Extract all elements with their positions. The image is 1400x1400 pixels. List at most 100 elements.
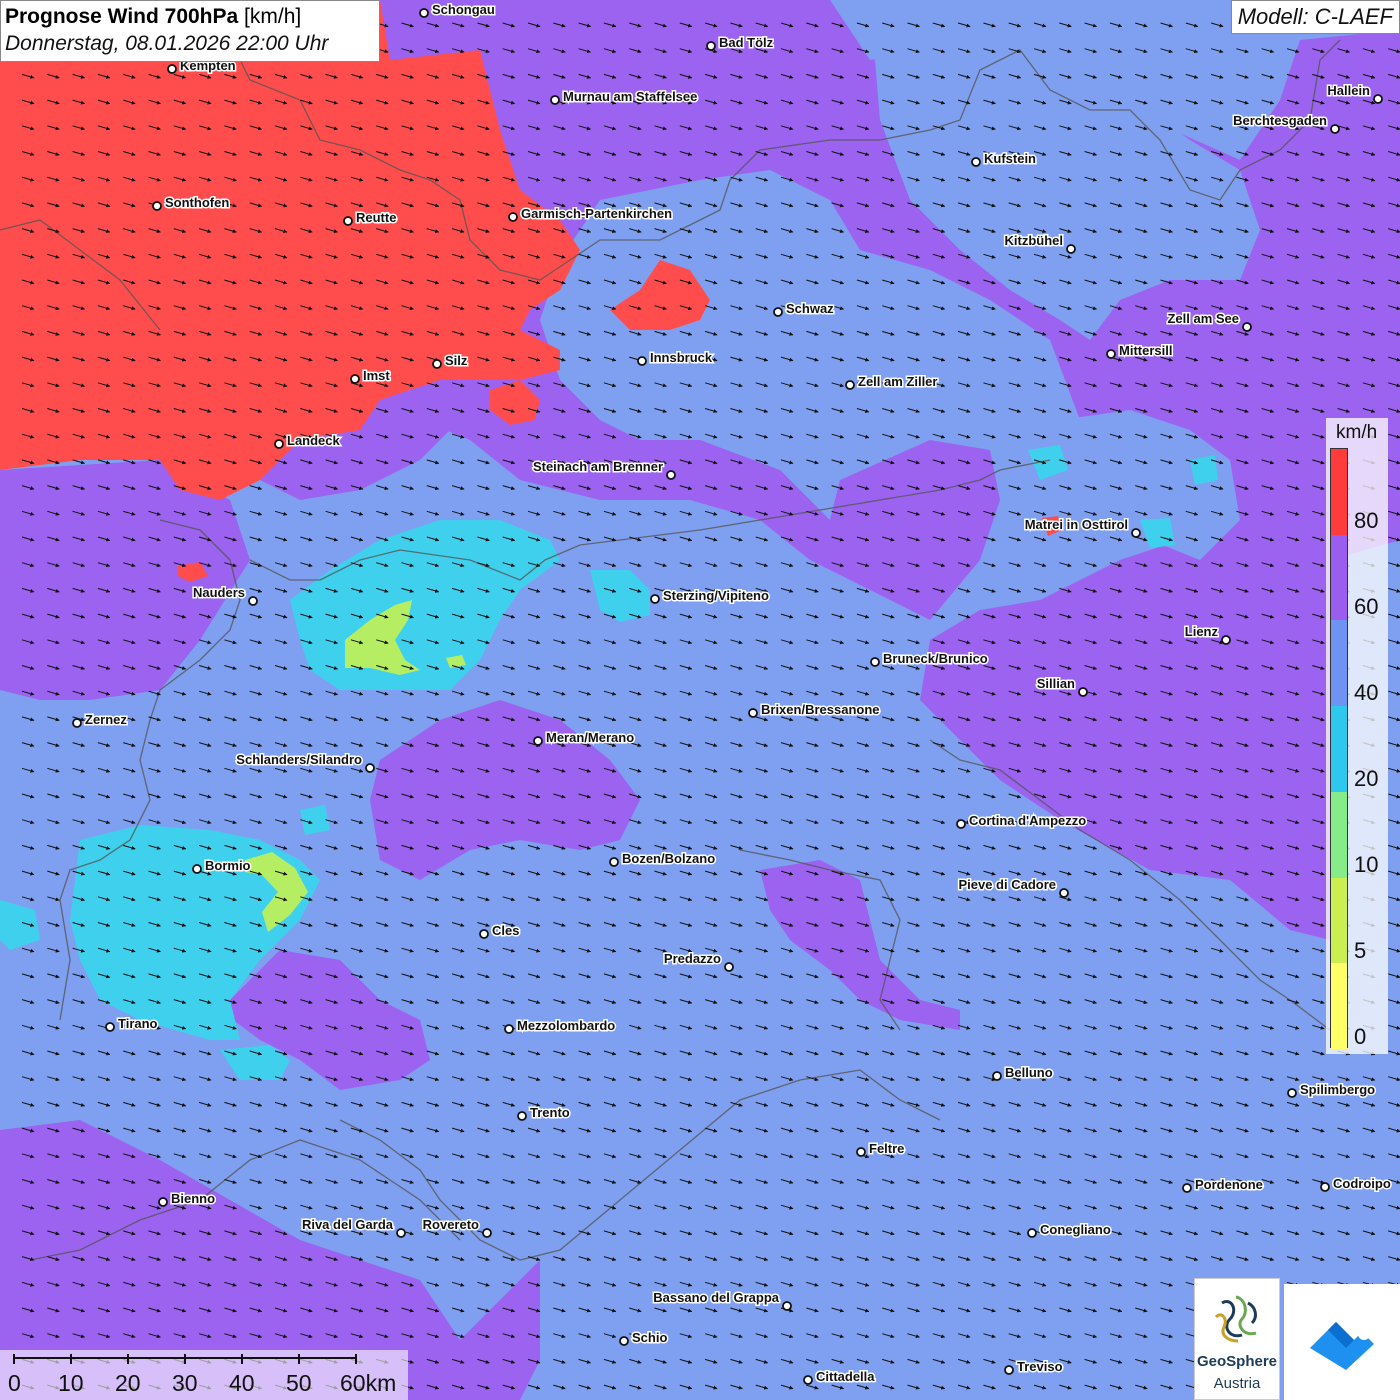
city-label: Feltre (869, 1141, 904, 1156)
city-label: Cittadella (816, 1369, 875, 1384)
city-label: Kitzbühel (1005, 233, 1064, 248)
city-label: Belluno (1005, 1065, 1053, 1080)
city-dot (706, 41, 716, 51)
legend-color-segment (1331, 449, 1347, 535)
city-dot (248, 596, 258, 606)
map-title: Prognose Wind 700hPa [km/h] (5, 3, 375, 31)
city-dot (350, 374, 360, 384)
legend-label-60: 60 (1354, 594, 1379, 619)
city-label: Pordenone (1195, 1177, 1263, 1192)
city-label: Zell am Ziller (858, 374, 937, 389)
city-dot (637, 356, 647, 366)
geosphere-logo[interactable]: GeoSphere Austria (1194, 1278, 1280, 1400)
city-label: Mittersill (1119, 343, 1172, 358)
city-dot (1330, 124, 1340, 134)
city-label: Silz (445, 353, 468, 368)
city-dot (365, 763, 375, 773)
map-title-unit: [km/h] (244, 5, 302, 28)
city-label: Conegliano (1040, 1222, 1111, 1237)
city-label: Berchtesgaden (1233, 113, 1327, 128)
city-label: Codroipo (1333, 1176, 1391, 1191)
scale-bar-line (13, 1354, 357, 1364)
city-label: Lienz (1185, 624, 1219, 639)
legend-color-segment (1331, 620, 1347, 707)
color-legend: km/h 80 60 40 20 10 5 0 (1326, 418, 1388, 1054)
model-label: Modell: C-LAEF (1230, 0, 1400, 34)
city-dot (782, 1301, 792, 1311)
city-dot (482, 1228, 492, 1238)
city-label: Nauders (193, 585, 245, 600)
city-dot (1059, 888, 1069, 898)
city-dot (1004, 1365, 1014, 1375)
city-dot (1320, 1182, 1330, 1192)
city-dot (609, 857, 619, 867)
city-dot (870, 657, 880, 667)
city-dot (1027, 1228, 1037, 1238)
city-label: Treviso (1017, 1359, 1063, 1374)
city-label: Meran/Merano (546, 730, 634, 745)
city-dot (971, 157, 981, 167)
city-dot (343, 216, 353, 226)
city-label: Murnau am Staffelsee (563, 89, 697, 104)
scale-bar: 0 10 20 30 40 50 60km (0, 1350, 408, 1400)
city-label: Riva del Garda (302, 1217, 394, 1232)
city-label: Bruneck/Brunico (883, 651, 988, 666)
city-dot (748, 708, 758, 718)
scale-label-40: 40 (229, 1370, 255, 1396)
city-label: Sillian (1037, 676, 1075, 691)
city-dot (650, 594, 660, 604)
scale-label-0: 0 (8, 1370, 21, 1396)
city-label: Mezzolombardo (517, 1018, 615, 1033)
city-label: Kufstein (984, 151, 1036, 166)
city-dot (724, 962, 734, 972)
city-dot (1242, 322, 1252, 332)
city-label: Schongau (432, 2, 495, 17)
wind-map: SchongauBad TölzKemptenMurnau am Staffel… (0, 0, 1400, 1400)
city-dot (1182, 1183, 1192, 1193)
app-logo[interactable] (1284, 1284, 1400, 1400)
city-dot (396, 1228, 406, 1238)
city-label: Imst (363, 368, 390, 383)
city-label: Hallein (1327, 83, 1370, 98)
legend-label-10: 10 (1354, 852, 1379, 877)
city-label: Bienno (171, 1191, 215, 1206)
city-dot (533, 736, 543, 746)
weather-app-logo-icon (1310, 1322, 1374, 1370)
city-label: Bormio (205, 858, 251, 873)
city-dot (167, 64, 177, 74)
city-dot (1221, 635, 1231, 645)
city-label: Bassano del Grappa (653, 1290, 779, 1305)
city-dot (550, 95, 560, 105)
city-dot (274, 439, 284, 449)
legend-label-5: 5 (1354, 938, 1367, 963)
city-label: Bad Tölz (719, 35, 774, 50)
city-label: Schlanders/Silandro (236, 752, 362, 767)
legend-label-40: 40 (1354, 680, 1379, 705)
city-dot (105, 1022, 115, 1032)
forecast-datetime: Donnerstag, 08.01.2026 22:00 Uhr (5, 32, 329, 55)
city-label: Tirano (118, 1016, 158, 1031)
geosphere-logo-icon (1214, 1295, 1257, 1343)
legend-color-segment (1331, 706, 1347, 792)
city-dot (773, 307, 783, 317)
logo-sub: Austria (1213, 1375, 1261, 1392)
city-dot (158, 1197, 168, 1207)
city-dot (666, 470, 676, 480)
city-dot (992, 1071, 1002, 1081)
city-dot (192, 864, 202, 874)
city-dot (432, 359, 442, 369)
legend-color-bar (1330, 448, 1348, 1049)
city-label: Spilimbergo (1300, 1082, 1375, 1097)
legend-label-0: 0 (1354, 1024, 1367, 1049)
scale-label-60km: 60km (340, 1370, 397, 1396)
city-label: Matrei in Osttirol (1025, 517, 1128, 532)
city-label: Sterzing/Vipiteno (663, 588, 769, 603)
city-dot (1066, 244, 1076, 254)
city-dot (517, 1111, 527, 1121)
city-dot (508, 212, 518, 222)
city-label: Trento (530, 1105, 570, 1120)
city-label: Innsbruck (650, 350, 713, 365)
city-label: Brixen/Bressanone (761, 702, 880, 717)
city-label: Bozen/Bolzano (622, 851, 715, 866)
city-dot (845, 380, 855, 390)
